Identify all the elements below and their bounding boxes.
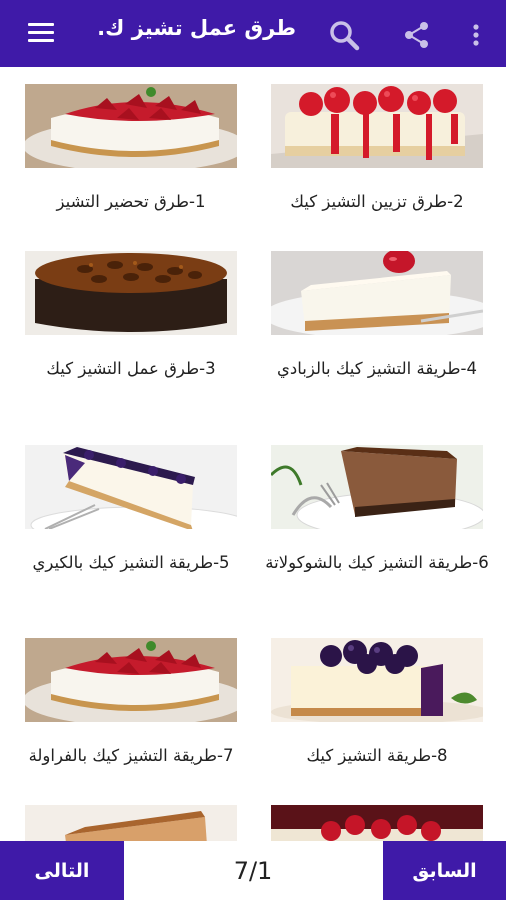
search-icon[interactable] [327, 18, 361, 52]
recipe-thumbnail [271, 805, 483, 841]
recipe-title: 3-طرق عمل التشيز كيك [46, 359, 216, 378]
more-vert-icon[interactable] [466, 20, 486, 50]
recipe-title: 8-طريقة التشيز كيك [306, 746, 448, 765]
recipe-card[interactable]: 3-طرق عمل التشيز كيك [25, 251, 237, 382]
recipe-thumbnail [25, 445, 237, 529]
recipe-thumbnail [25, 805, 237, 841]
app-bar: طرق عمل تشيز ك... [0, 0, 506, 67]
recipe-card[interactable]: 1-طرق تحضير التشيز [25, 84, 237, 215]
share-icon[interactable] [400, 18, 434, 52]
recipe-thumbnail [271, 445, 483, 529]
recipe-title: 1-طرق تحضير التشيز [56, 192, 206, 211]
recipe-thumbnail [25, 638, 237, 722]
recipe-thumbnail [271, 251, 483, 335]
page-indicator: 7/1 [233, 856, 273, 885]
recipe-thumbnail [271, 84, 483, 168]
pagination-bar: التالى 7/1 السابق [0, 841, 506, 900]
recipe-thumbnail [25, 251, 237, 335]
recipe-card[interactable]: 5-طريقة التشيز كيك بالكيري [25, 445, 237, 576]
recipe-card[interactable] [25, 805, 237, 841]
recipe-title: 7-طريقة التشيز كيك بالفراولة [28, 746, 234, 765]
recipe-title: 5-طريقة التشيز كيك بالكيري [32, 553, 230, 572]
recipe-card[interactable]: 7-طريقة التشيز كيك بالفراولة [25, 638, 237, 769]
recipe-grid: 2-طرق تزيين التشيز كيك 1-طرق تحضير التشي… [0, 67, 506, 841]
previous-button[interactable]: السابق [383, 841, 506, 900]
recipe-thumbnail [271, 638, 483, 722]
recipe-card[interactable]: 8-طريقة التشيز كيك [271, 638, 483, 769]
recipe-card[interactable]: 6-طريقة التشيز كيك بالشوكولاتة [265, 445, 489, 576]
next-button[interactable]: التالى [0, 841, 124, 900]
recipe-card[interactable]: 2-طرق تزيين التشيز كيك [271, 84, 483, 215]
recipe-title: 4-طريقة التشيز كيك بالزبادي [277, 359, 477, 378]
hamburger-menu-icon[interactable] [26, 20, 56, 46]
page-title: طرق عمل تشيز ك... [96, 16, 296, 40]
recipe-thumbnail [25, 84, 237, 168]
recipe-title: 2-طرق تزيين التشيز كيك [290, 192, 464, 211]
recipe-card[interactable] [271, 805, 483, 841]
recipe-card[interactable]: 4-طريقة التشيز كيك بالزبادي [271, 251, 483, 382]
recipe-title: 6-طريقة التشيز كيك بالشوكولاتة [265, 553, 489, 572]
